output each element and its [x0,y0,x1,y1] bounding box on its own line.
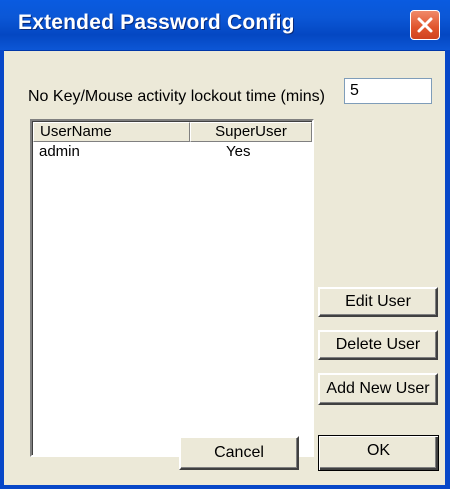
edit-user-button[interactable]: Edit User [318,287,438,317]
close-button[interactable] [410,10,440,40]
window-border-right [445,50,450,489]
dialog-client-area: No Key/Mouse activity lockout time (mins… [4,51,445,485]
add-new-user-button[interactable]: Add New User [318,373,438,405]
cancel-button[interactable]: Cancel [179,436,299,470]
list-header: UserName SuperUser [33,122,312,142]
ok-button[interactable]: OK [318,435,439,471]
table-row[interactable]: admin Yes [33,143,311,163]
cell-superuser: Yes [226,143,251,160]
cell-username: admin [39,143,80,160]
dialog-title: Extended Password Config [18,11,295,34]
user-list[interactable]: UserName SuperUser admin Yes [30,119,314,457]
delete-user-button[interactable]: Delete User [318,330,438,360]
close-icon [417,17,433,33]
lockout-time-input[interactable]: 5 [344,78,432,104]
column-header-superuser[interactable]: SuperUser [190,122,312,142]
lockout-time-label: No Key/Mouse activity lockout time (mins… [28,88,325,105]
dialog-window: Extended Password Config No Key/Mouse ac… [0,0,450,489]
column-header-username[interactable]: UserName [33,122,190,142]
window-border-bottom [0,485,450,489]
title-bar[interactable]: Extended Password Config [0,0,450,51]
